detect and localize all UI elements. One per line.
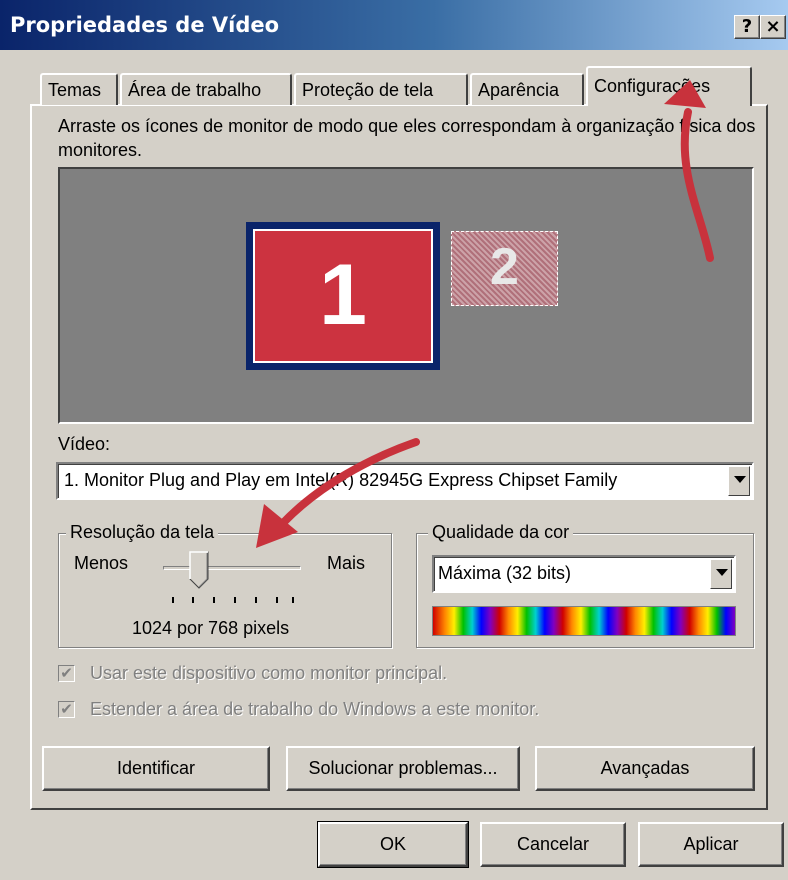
resolution-less-label: Menos — [74, 553, 129, 573]
resolution-more-label: Mais — [327, 553, 366, 573]
close-button[interactable]: × — [760, 15, 786, 39]
slider-tick — [255, 597, 257, 603]
tab-themes[interactable]: Temas — [40, 73, 118, 105]
color-quality-group-label: Qualidade da cor — [428, 522, 574, 543]
video-device-dropdown[interactable]: 1. Monitor Plug and Play em Intel(R) 829… — [56, 462, 754, 500]
instructions-text: Arraste os ícones de monitor de modo que… — [58, 116, 756, 160]
troubleshoot-button[interactable]: Solucionar problemas... — [286, 746, 520, 791]
video-device-value: 1. Monitor Plug and Play em Intel(R) 829… — [64, 470, 618, 490]
identify-button[interactable]: Identificar — [42, 746, 270, 791]
slider-tick — [192, 597, 194, 603]
apply-button[interactable]: Aplicar — [638, 822, 784, 867]
slider-tick — [276, 597, 278, 603]
resolution-slider-track[interactable] — [163, 566, 301, 570]
primary-monitor-label: Usar este dispositivo como monitor princ… — [90, 663, 448, 683]
slider-tick — [213, 597, 215, 603]
color-quality-value: Máxima (32 bits) — [438, 563, 572, 583]
cancel-button[interactable]: Cancelar — [480, 822, 626, 867]
primary-monitor-checkbox[interactable]: ✔ — [58, 665, 75, 682]
tab-appearance[interactable]: Aparência — [470, 73, 584, 105]
tab-screensaver[interactable]: Proteção de tela — [294, 73, 468, 105]
resolution-slider-thumb[interactable] — [189, 551, 209, 589]
help-button[interactable]: ? — [734, 15, 760, 39]
tab-desktop[interactable]: Área de trabalho — [120, 73, 292, 105]
monitor-1-icon[interactable]: 1 — [246, 222, 440, 370]
chevron-down-icon[interactable] — [710, 559, 732, 589]
ok-button[interactable]: OK — [317, 821, 469, 868]
slider-tick — [292, 597, 294, 603]
monitor-2-icon[interactable]: 2 — [451, 231, 558, 306]
monitor-1-number: 1 — [253, 229, 433, 363]
window-title: Propriedades de Vídeo — [10, 13, 280, 37]
resolution-group-label: Resolução da tela — [66, 522, 219, 543]
tab-settings[interactable]: Configurações — [586, 66, 752, 106]
extend-desktop-label: Estender a área de trabalho do Windows a… — [90, 699, 540, 719]
color-spectrum-preview — [432, 606, 736, 636]
slider-tick — [234, 597, 236, 603]
video-label: Vídeo: — [58, 434, 111, 454]
color-quality-dropdown[interactable]: Máxima (32 bits) — [432, 555, 736, 593]
chevron-down-icon[interactable] — [728, 466, 750, 496]
resolution-value: 1024 por 768 pixels — [132, 618, 290, 638]
advanced-button[interactable]: Avançadas — [535, 746, 755, 791]
slider-tick — [172, 597, 174, 603]
extend-desktop-checkbox[interactable]: ✔ — [58, 701, 75, 718]
